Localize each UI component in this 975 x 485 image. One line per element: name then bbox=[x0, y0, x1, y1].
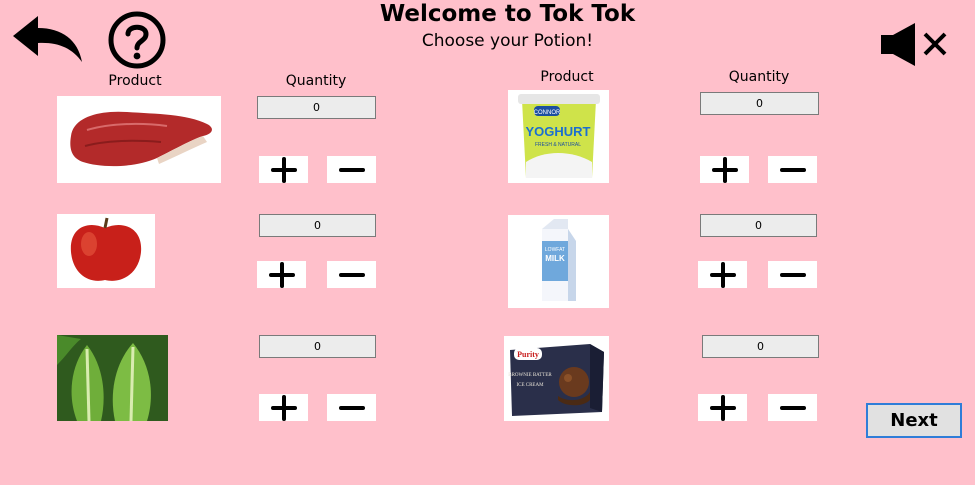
apple-image bbox=[57, 214, 155, 288]
yoghurt-decrease-button[interactable] bbox=[768, 156, 817, 183]
yoghurt-quantity-field[interactable]: 0 bbox=[700, 92, 819, 115]
plus-icon bbox=[270, 156, 297, 183]
ice-cream-image: Purity BROWNIE BATTER ICE CREAM bbox=[504, 336, 609, 421]
steak-increase-button[interactable] bbox=[259, 156, 308, 183]
milk-increase-button[interactable] bbox=[698, 261, 747, 288]
quantity-column-label: Quantity bbox=[285, 73, 347, 89]
yoghurt-brand-text: CONNOR bbox=[534, 110, 561, 116]
help-icon[interactable] bbox=[106, 11, 168, 69]
quantity-column-label: Quantity bbox=[728, 69, 790, 85]
ice-cream-quantity-field[interactable]: 0 bbox=[702, 335, 819, 358]
lettuce-increase-button[interactable] bbox=[259, 394, 308, 421]
steak-image bbox=[57, 96, 221, 183]
milk-image: LOWFAT MILK bbox=[508, 215, 609, 308]
ice-cream-increase-button[interactable] bbox=[698, 394, 747, 421]
minus-icon bbox=[338, 405, 365, 410]
apple-quantity-field[interactable]: 0 bbox=[259, 214, 376, 237]
minus-icon bbox=[779, 167, 806, 172]
minus-icon bbox=[779, 272, 806, 277]
yoghurt-increase-button[interactable] bbox=[700, 156, 749, 183]
yoghurt-label-text: YOGHURT bbox=[526, 124, 591, 139]
plus-icon bbox=[270, 394, 297, 421]
yoghurt-image: CONNOR YOGHURT FRESH & NATURAL bbox=[508, 90, 609, 183]
plus-icon bbox=[709, 261, 736, 288]
lettuce-image bbox=[57, 335, 168, 421]
milk-lowfat-text: LOWFAT bbox=[545, 247, 565, 253]
milk-quantity-field[interactable]: 0 bbox=[700, 214, 817, 237]
ice-cream-decrease-button[interactable] bbox=[768, 394, 817, 421]
minus-icon bbox=[779, 405, 806, 410]
steak-decrease-button[interactable] bbox=[327, 156, 376, 183]
yoghurt-tagline-text: FRESH & NATURAL bbox=[535, 142, 581, 148]
steak-quantity-field[interactable]: 0 bbox=[257, 96, 376, 119]
lettuce-quantity-field[interactable]: 0 bbox=[259, 335, 376, 358]
milk-label-text: MILK bbox=[545, 254, 565, 263]
plus-icon bbox=[711, 156, 738, 183]
ice-cream-label-text: ICE CREAM bbox=[516, 383, 544, 388]
lettuce-decrease-button[interactable] bbox=[327, 394, 376, 421]
minus-icon bbox=[338, 167, 365, 172]
plus-icon bbox=[709, 394, 736, 421]
ice-cream-flavor-text: BROWNIE BATTER bbox=[508, 373, 552, 378]
apple-decrease-button[interactable] bbox=[327, 261, 376, 288]
plus-icon bbox=[268, 261, 295, 288]
minus-icon bbox=[338, 272, 365, 277]
next-button[interactable]: Next bbox=[866, 403, 962, 438]
product-column-label: Product bbox=[108, 73, 162, 89]
ice-cream-brand-text: Purity bbox=[517, 350, 539, 359]
apple-increase-button[interactable] bbox=[257, 261, 306, 288]
back-arrow-icon[interactable] bbox=[10, 14, 84, 64]
milk-decrease-button[interactable] bbox=[768, 261, 817, 288]
mute-speaker-icon[interactable] bbox=[879, 22, 949, 67]
product-column-label: Product bbox=[540, 69, 594, 85]
